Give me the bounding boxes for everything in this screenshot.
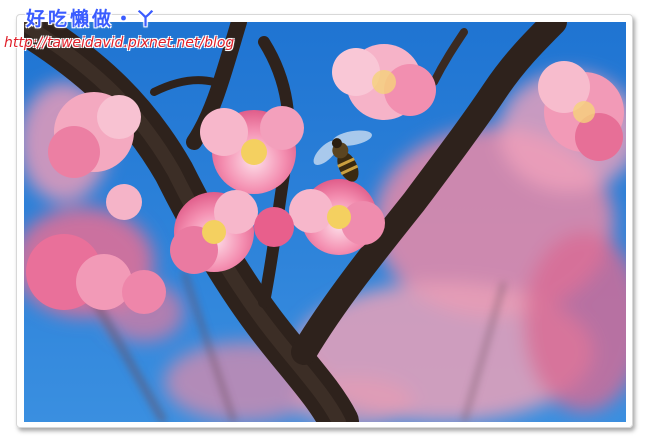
photo-illustration (24, 22, 626, 422)
photo-frame: 好吃懶做・ㄚ http://taweidavid.pixnet.net/blog (0, 0, 651, 445)
cherry-blossom-photo (24, 22, 626, 422)
watermark-title: 好吃懶做・ㄚ (26, 8, 159, 30)
watermark-url: http://taweidavid.pixnet.net/blog (4, 35, 235, 51)
